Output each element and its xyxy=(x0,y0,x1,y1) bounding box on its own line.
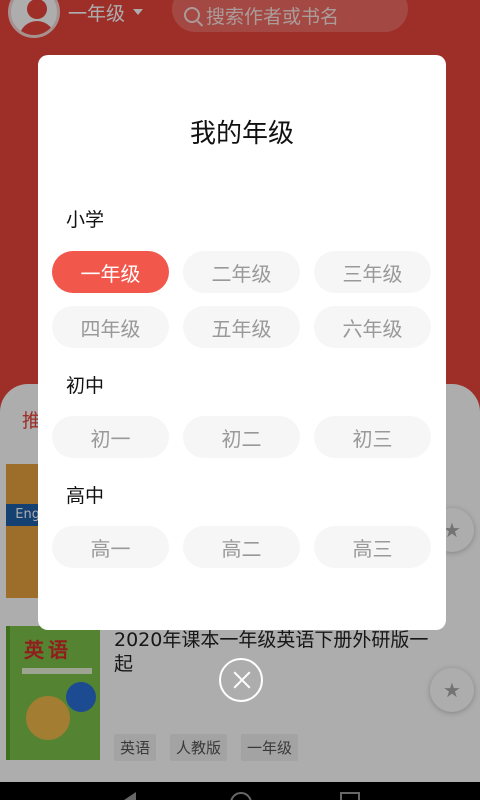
dialog-title: 我的年级 xyxy=(189,119,294,149)
grade-chip-2[interactable]: 二年级 xyxy=(183,251,300,293)
grade-chip-senior-2[interactable]: 高二 xyxy=(183,526,300,568)
grade-dialog: 我的年级 小学 一年级 二年级 三年级 四年级 五年级 六年级 初中 初一 初二… xyxy=(38,55,446,630)
grade-chip-junior-2[interactable]: 初二 xyxy=(183,416,300,458)
grade-chip-6[interactable]: 六年级 xyxy=(314,306,431,348)
grade-chip-3[interactable]: 三年级 xyxy=(314,251,431,293)
grade-chip-senior-3[interactable]: 高三 xyxy=(314,526,431,568)
section-label-primary: 小学 xyxy=(66,209,105,231)
grade-chip-senior-1[interactable]: 高一 xyxy=(52,526,169,568)
close-icon[interactable] xyxy=(219,658,263,702)
grade-chip-5[interactable]: 五年级 xyxy=(183,306,300,348)
grade-chip-4[interactable]: 四年级 xyxy=(52,306,169,348)
section-label-junior: 初中 xyxy=(66,375,105,397)
grade-chip-1[interactable]: 一年级 xyxy=(52,251,169,293)
section-label-senior: 高中 xyxy=(66,485,105,507)
grade-chip-junior-1[interactable]: 初一 xyxy=(52,416,169,458)
grade-chip-junior-3[interactable]: 初三 xyxy=(314,416,431,458)
